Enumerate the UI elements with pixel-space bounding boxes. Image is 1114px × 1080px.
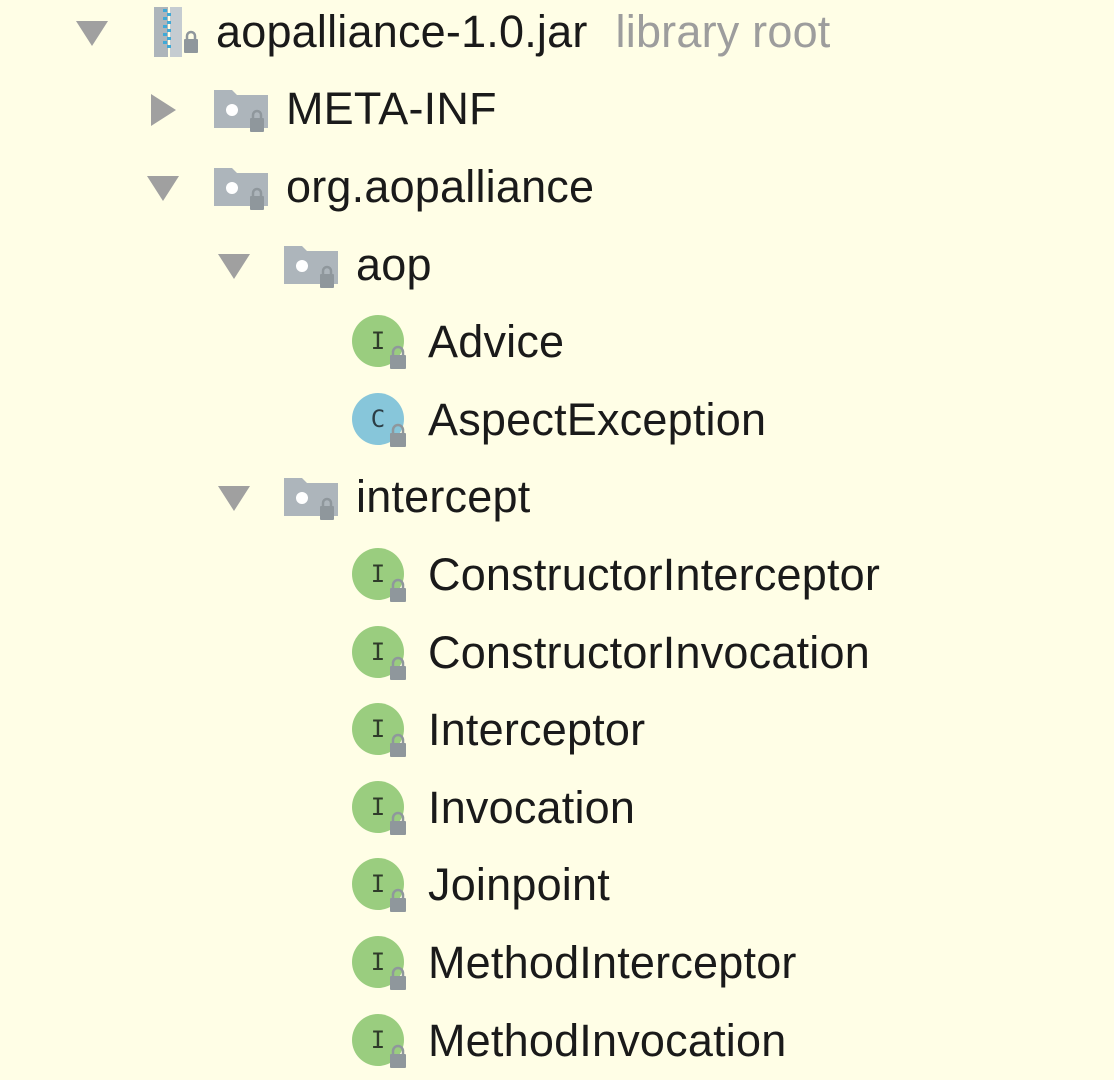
tree-node-method-interceptor[interactable]: I MethodInterceptor	[0, 925, 1114, 1003]
jar-name-label: aopalliance-1.0.jar	[216, 5, 588, 57]
expand-arrow-down-icon[interactable]	[143, 168, 183, 208]
org-aopalliance-label: org.aopalliance	[286, 160, 595, 212]
tree-node-jar-root[interactable]: aopalliance-1.0.jar library root	[0, 0, 1114, 72]
interface-locked-icon: I	[352, 1012, 412, 1072]
interface-locked-icon: I	[352, 856, 412, 916]
jar-archive-icon	[146, 3, 206, 63]
interface-locked-icon: I	[352, 934, 412, 994]
interface-locked-icon: I	[352, 701, 412, 761]
svg-text:I: I	[371, 948, 385, 976]
interface-locked-icon: I	[352, 624, 412, 684]
expand-arrow-down-icon[interactable]	[72, 13, 112, 53]
tree-node-intercept[interactable]: intercept	[0, 460, 1114, 538]
tree-node-method-invocation[interactable]: I MethodInvocation	[0, 1003, 1114, 1080]
svg-text:I: I	[371, 327, 385, 355]
interface-locked-icon: I	[352, 546, 412, 606]
tree-node-joinpoint[interactable]: I Joinpoint	[0, 848, 1114, 926]
package-folder-locked-icon	[282, 468, 342, 528]
tree-node-interceptor[interactable]: I Interceptor	[0, 692, 1114, 770]
tree-node-invocation[interactable]: I Invocation	[0, 770, 1114, 848]
project-tree: aopalliance-1.0.jar library root META-INF	[0, 0, 1114, 1080]
expand-arrow-right-icon[interactable]	[143, 90, 183, 130]
constructor-interceptor-label: ConstructorInterceptor	[428, 548, 881, 600]
aop-label: aop	[356, 238, 432, 290]
svg-text:I: I	[371, 870, 385, 898]
svg-text:I: I	[371, 638, 385, 666]
advice-label: Advice	[428, 316, 565, 368]
joinpoint-label: Joinpoint	[428, 859, 610, 911]
interface-locked-icon: I	[352, 313, 412, 373]
expand-arrow-down-icon[interactable]	[214, 246, 254, 286]
tree-node-constructor-invocation[interactable]: I ConstructorInvocation	[0, 615, 1114, 693]
tree-node-constructor-interceptor[interactable]: I ConstructorInterceptor	[0, 537, 1114, 615]
tree-node-aop[interactable]: aop	[0, 227, 1114, 305]
method-invocation-label: MethodInvocation	[428, 1014, 787, 1066]
meta-inf-label: META-INF	[286, 83, 497, 135]
interceptor-label: Interceptor	[428, 704, 646, 756]
package-folder-locked-icon	[282, 236, 342, 296]
svg-text:C: C	[371, 405, 385, 433]
svg-text:I: I	[371, 560, 385, 588]
tree-node-meta-inf[interactable]: META-INF	[0, 72, 1114, 150]
svg-text:I: I	[371, 715, 385, 743]
constructor-invocation-label: ConstructorInvocation	[428, 626, 870, 678]
tree-node-aspect-exception[interactable]: C AspectException	[0, 382, 1114, 460]
invocation-label: Invocation	[428, 781, 636, 833]
package-folder-locked-icon	[212, 80, 272, 140]
class-locked-icon: C	[352, 391, 412, 451]
method-interceptor-label: MethodInterceptor	[428, 936, 797, 988]
library-root-label: library root	[615, 5, 831, 57]
svg-text:I: I	[371, 793, 385, 821]
package-folder-locked-icon	[212, 158, 272, 218]
tree-node-org-aopalliance[interactable]: org.aopalliance	[0, 149, 1114, 227]
tree-node-advice[interactable]: I Advice	[0, 304, 1114, 382]
expand-arrow-down-icon[interactable]	[214, 478, 254, 518]
interface-locked-icon: I	[352, 779, 412, 839]
svg-text:I: I	[371, 1026, 385, 1054]
aspect-exception-label: AspectException	[428, 393, 767, 445]
intercept-label: intercept	[356, 471, 531, 523]
